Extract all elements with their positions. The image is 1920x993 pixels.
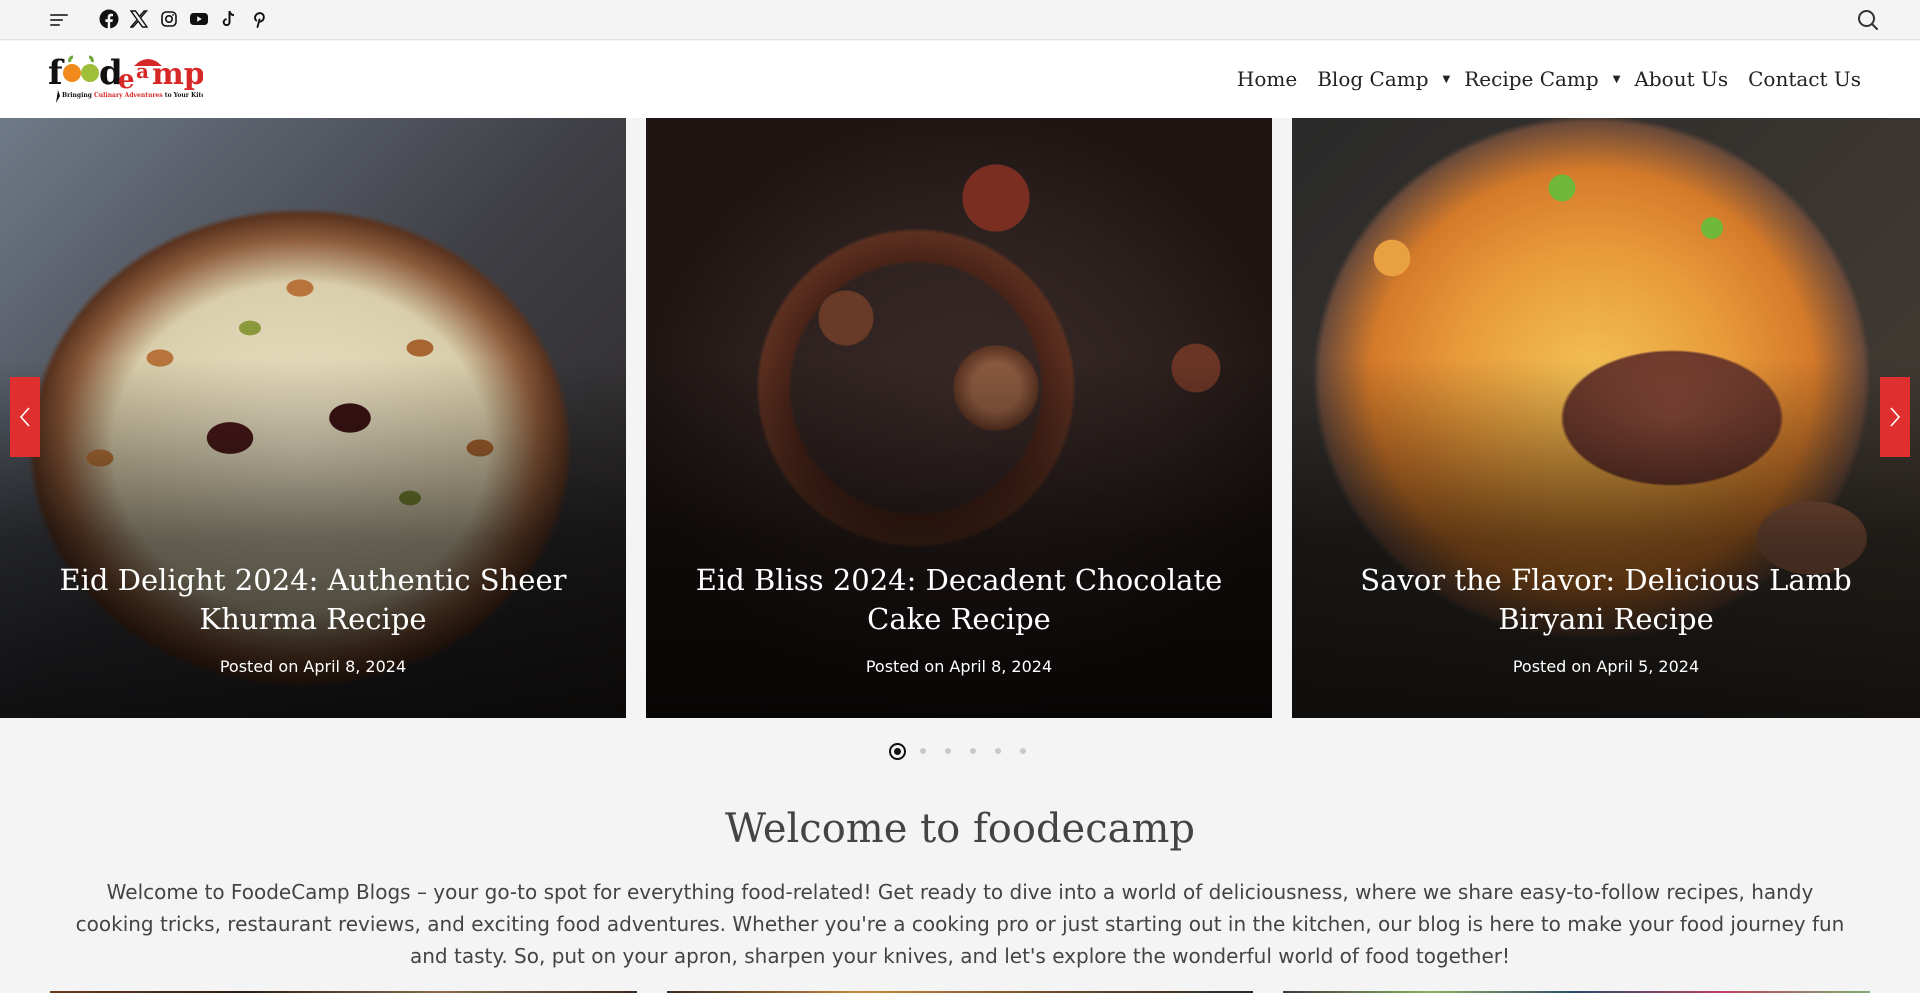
slider-dot-6[interactable] bbox=[1010, 742, 1035, 760]
nav-contact-us-label: Contact Us bbox=[1748, 67, 1861, 91]
caret-down-icon: ▼ bbox=[1612, 73, 1621, 85]
slide-title[interactable]: Eid Bliss 2024: Decadent Chocolate Cake … bbox=[666, 561, 1252, 639]
slider-dot-2[interactable] bbox=[910, 742, 935, 760]
svg-text:mp: mp bbox=[152, 57, 203, 92]
site-logo[interactable]: f d e a mp Bringing Culinary Adventures … bbox=[48, 48, 218, 108]
slide-title[interactable]: Savor the Flavor: Delicious Lamb Biryani… bbox=[1312, 561, 1900, 639]
svg-text:Bringing Culinary Adventures t: Bringing Culinary Adventures to Your Kit… bbox=[62, 92, 203, 99]
slide-date: Posted on April 8, 2024 bbox=[219, 657, 407, 676]
welcome-text: Welcome to FoodeCamp Blogs – your go-to … bbox=[75, 880, 1845, 968]
hamburger-menu-icon[interactable] bbox=[50, 12, 68, 28]
svg-text:e: e bbox=[118, 65, 135, 95]
nav-recipe-camp-label: Recipe Camp bbox=[1464, 67, 1599, 91]
slide-date: Posted on April 5, 2024 bbox=[1512, 657, 1700, 676]
slider-dot-4[interactable] bbox=[960, 742, 985, 760]
social-links bbox=[99, 9, 269, 29]
featured-slider: Eid Delight 2024: Authentic Sheer Khurma… bbox=[0, 118, 1920, 718]
site-header: f d e a mp Bringing Culinary Adventures … bbox=[0, 41, 1920, 118]
slider-next-button[interactable] bbox=[1880, 377, 1910, 457]
slide-chocolate-cake[interactable]: Eid Bliss 2024: Decadent Chocolate Cake … bbox=[646, 118, 1272, 718]
pinterest-icon[interactable] bbox=[249, 9, 269, 29]
nav-about-us-label: About Us bbox=[1634, 67, 1729, 91]
slider-dot-5[interactable] bbox=[985, 742, 1010, 760]
main-nav: Home Blog Camp ▼ Recipe Camp ▼ About Us Co… bbox=[1217, 67, 1861, 91]
x-twitter-icon[interactable] bbox=[129, 9, 149, 29]
slider-dot-3[interactable] bbox=[935, 742, 960, 760]
nav-about-us[interactable]: About Us bbox=[1634, 67, 1728, 91]
nav-recipe-camp[interactable]: Recipe Camp ▼ bbox=[1464, 67, 1626, 91]
nav-blog-camp-label: Blog Camp bbox=[1317, 67, 1429, 91]
search-icon[interactable] bbox=[1856, 8, 1880, 32]
tiktok-icon[interactable] bbox=[219, 9, 239, 29]
slider-prev-button[interactable] bbox=[10, 377, 40, 457]
youtube-icon[interactable] bbox=[189, 9, 209, 29]
welcome-title: Welcome to foodecamp bbox=[724, 806, 1196, 852]
nav-contact-us[interactable]: Contact Us bbox=[1748, 67, 1861, 91]
slide-sheer-khurma[interactable]: Eid Delight 2024: Authentic Sheer Khurma… bbox=[0, 118, 626, 718]
chevron-left-icon bbox=[19, 407, 30, 427]
nav-home[interactable]: Home bbox=[1237, 67, 1297, 91]
slide-caption: Eid Delight 2024: Authentic Sheer Khurma… bbox=[20, 561, 606, 676]
nav-blog-camp[interactable]: Blog Camp ▼ bbox=[1317, 67, 1456, 91]
slide-date: Posted on April 8, 2024 bbox=[865, 657, 1053, 676]
caret-down-icon: ▼ bbox=[1442, 73, 1451, 85]
facebook-icon[interactable] bbox=[99, 9, 119, 29]
logo-word-food: f bbox=[48, 53, 65, 93]
slide-lamb-biryani[interactable]: Savor the Flavor: Delicious Lamb Biryani… bbox=[1292, 118, 1920, 718]
instagram-icon[interactable] bbox=[159, 9, 179, 29]
nav-home-label: Home bbox=[1236, 67, 1298, 91]
slide-title[interactable]: Eid Delight 2024: Authentic Sheer Khurma… bbox=[20, 561, 606, 639]
slide-caption: Eid Bliss 2024: Decadent Chocolate Cake … bbox=[666, 561, 1252, 676]
slide-caption: Savor the Flavor: Delicious Lamb Biryani… bbox=[1312, 561, 1900, 676]
chevron-right-icon bbox=[1890, 407, 1901, 427]
slider-dot-1[interactable] bbox=[885, 742, 910, 760]
top-bar bbox=[0, 0, 1920, 40]
slider-pagination bbox=[0, 742, 1920, 760]
